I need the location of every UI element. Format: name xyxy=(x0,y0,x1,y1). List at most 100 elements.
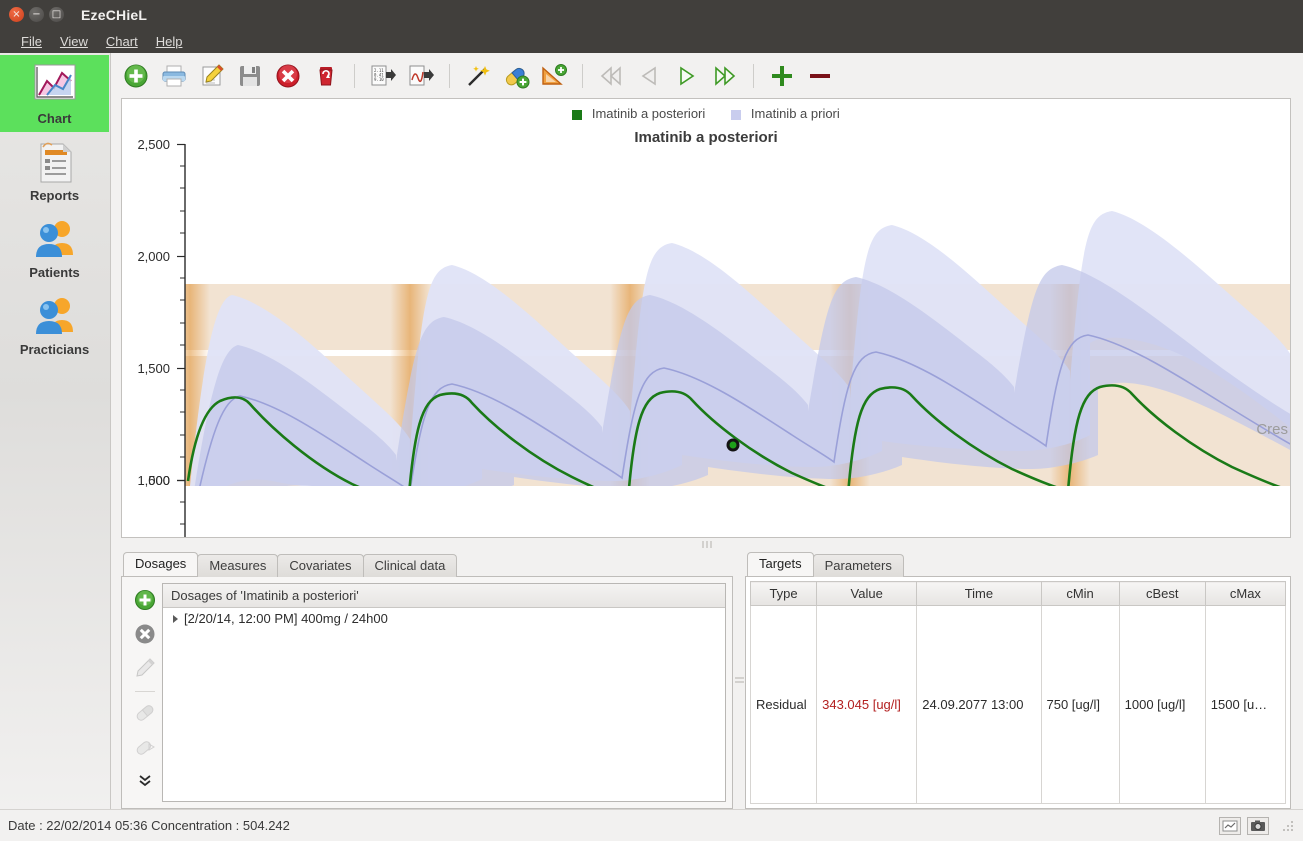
horizontal-splitter[interactable] xyxy=(111,538,1303,550)
toolbar-separator xyxy=(582,63,583,88)
expand-dosages-button[interactable] xyxy=(132,768,158,794)
vertical-splitter[interactable] xyxy=(733,550,745,809)
remove-dosage-button[interactable] xyxy=(132,621,158,647)
targets-table[interactable]: Type Value Time cMin cBest cMax Residual… xyxy=(749,581,1287,804)
column-header-type[interactable]: Type xyxy=(749,581,818,606)
splitter-grip-dash xyxy=(734,680,744,683)
first-button[interactable] xyxy=(594,59,628,93)
pill-plus-icon xyxy=(505,67,530,88)
sidebar-item-patients-label: Patients xyxy=(29,265,80,280)
tab-parameters[interactable]: Parameters xyxy=(812,554,904,577)
chart-plot[interactable]: Cres 2,500 2,000 1,500 1,000 xyxy=(122,99,1291,538)
toolbar-separator xyxy=(753,63,754,88)
export-chart-icon xyxy=(409,65,434,85)
splitter-grip-dash xyxy=(702,540,704,548)
maximize-window-button[interactable]: □ xyxy=(49,7,64,22)
dosages-side-toolbar xyxy=(128,583,162,802)
delete-button[interactable] xyxy=(271,59,305,93)
main-body: Chart Reports Patients Practicians 2.11 … xyxy=(0,53,1303,809)
minimize-window-button[interactable]: − xyxy=(29,7,44,22)
close-window-button[interactable]: × xyxy=(9,7,24,22)
menu-help[interactable]: Help xyxy=(147,32,192,51)
sidebar-item-practicians-label: Practicians xyxy=(19,342,90,357)
add-measure-button[interactable] xyxy=(537,59,571,93)
next-button[interactable] xyxy=(670,59,704,93)
cell-value: 343.045 [ug/l] xyxy=(816,605,918,804)
sidebar-item-patients[interactable]: Patients xyxy=(0,209,109,286)
chart-icon xyxy=(34,64,75,100)
sidebar: Chart Reports Patients Practicians xyxy=(0,53,111,809)
add-drug-button[interactable] xyxy=(499,59,533,93)
splitter-grip-dash xyxy=(734,676,744,679)
last-button[interactable] xyxy=(708,59,742,93)
print-button[interactable] xyxy=(157,59,191,93)
y-tick-label: 2,500 xyxy=(137,137,170,152)
tab-targets-label: Targets xyxy=(759,556,802,571)
list-item[interactable]: [2/20/14, 12:00 PM] 400mg / 24h00 xyxy=(163,608,725,629)
tab-dosages[interactable]: Dosages xyxy=(123,552,199,576)
application-window: × − □ EzeCHieL File View Chart Help Char… xyxy=(0,0,1303,841)
zoom-out-button[interactable] xyxy=(803,59,837,93)
cell-cmin: 750 [ug/l] xyxy=(1041,605,1120,804)
menu-file[interactable]: File xyxy=(12,32,51,51)
table-header-row: Type Value Time cMin cBest cMax xyxy=(749,581,1287,606)
y-tick-labels: 2,500 2,000 1,500 1,000 xyxy=(137,137,170,488)
toggle-chart-view-button[interactable] xyxy=(1219,816,1241,835)
previous-button[interactable] xyxy=(632,59,666,93)
chart-panel[interactable]: Imatinib a posteriori Imatinib a priori … xyxy=(121,98,1291,538)
targets-panel: Targets Parameters Type Value Time cMin … xyxy=(745,550,1291,809)
tab-covariates[interactable]: Covariates xyxy=(277,554,364,577)
column-header-cbest[interactable]: cBest xyxy=(1119,581,1206,606)
save-button[interactable] xyxy=(233,59,267,93)
chevron-double-down-icon xyxy=(139,775,151,787)
tab-clinical-data[interactable]: Clinical data xyxy=(362,554,458,577)
edit-dosage-button xyxy=(132,655,158,681)
y-tick-label: 1,500 xyxy=(137,361,170,376)
minimize-icon: − xyxy=(32,8,41,20)
tab-targets[interactable]: Targets xyxy=(747,552,814,576)
screenshot-button[interactable] xyxy=(1247,816,1269,835)
dosages-panel-body: Dosages of 'Imatinib a posteriori' [2/20… xyxy=(121,576,733,809)
practicians-icon xyxy=(35,298,73,334)
selected-point-marker[interactable] xyxy=(726,438,740,452)
edit-button[interactable] xyxy=(195,59,229,93)
column-header-cmin[interactable]: cMin xyxy=(1041,581,1120,606)
export-chart-button[interactable] xyxy=(404,59,438,93)
status-bar-buttons xyxy=(1219,816,1295,835)
add-dosage-button[interactable] xyxy=(132,587,158,613)
trash-button[interactable] xyxy=(309,59,343,93)
dosages-list[interactable]: Dosages of 'Imatinib a posteriori' [2/20… xyxy=(162,583,726,802)
column-header-time[interactable]: Time xyxy=(916,581,1042,606)
pencil-page-icon xyxy=(202,63,224,85)
resize-grip[interactable] xyxy=(1281,819,1295,833)
column-header-cmax[interactable]: cMax xyxy=(1205,581,1287,606)
camera-icon xyxy=(1251,820,1265,831)
table-row[interactable]: Residual 343.045 [ug/l] 24.09.2077 13:00… xyxy=(749,605,1287,804)
tab-measures[interactable]: Measures xyxy=(197,554,279,577)
menu-view-label: View xyxy=(59,33,88,49)
tab-parameters-label: Parameters xyxy=(824,558,892,573)
sidebar-item-chart[interactable]: Chart xyxy=(0,55,109,132)
plus-circle-green-icon xyxy=(135,590,155,610)
menu-chart[interactable]: Chart xyxy=(97,32,147,51)
export-data-button[interactable]: 2.11 0.41 9.10 xyxy=(366,59,400,93)
wizard-button[interactable] xyxy=(461,59,495,93)
status-text: Date : 22/02/2014 05:36 Concentration : … xyxy=(8,818,290,833)
sidebar-item-practicians[interactable]: Practicians xyxy=(0,286,109,363)
toolbar-separator xyxy=(354,63,355,88)
menu-view[interactable]: View xyxy=(51,32,97,51)
menu-chart-label: Chart xyxy=(105,33,138,49)
column-header-value[interactable]: Value xyxy=(816,581,918,606)
pill-forward-icon xyxy=(136,741,155,755)
toolbar: 2.11 0.41 9.10 xyxy=(111,53,1303,98)
add-button[interactable] xyxy=(119,59,153,93)
dosage-pill-next-button xyxy=(132,734,158,760)
export-data-icon: 2.11 0.41 9.10 xyxy=(371,65,396,85)
expand-arrow-icon[interactable] xyxy=(173,614,178,623)
list-item-label: [2/20/14, 12:00 PM] 400mg / 24h00 xyxy=(184,611,388,626)
plus-circle-green-icon xyxy=(124,64,148,87)
tab-covariates-label: Covariates xyxy=(289,558,352,573)
skip-forward-icon xyxy=(715,65,736,86)
zoom-in-button[interactable] xyxy=(765,59,799,93)
sidebar-item-reports[interactable]: Reports xyxy=(0,132,109,209)
